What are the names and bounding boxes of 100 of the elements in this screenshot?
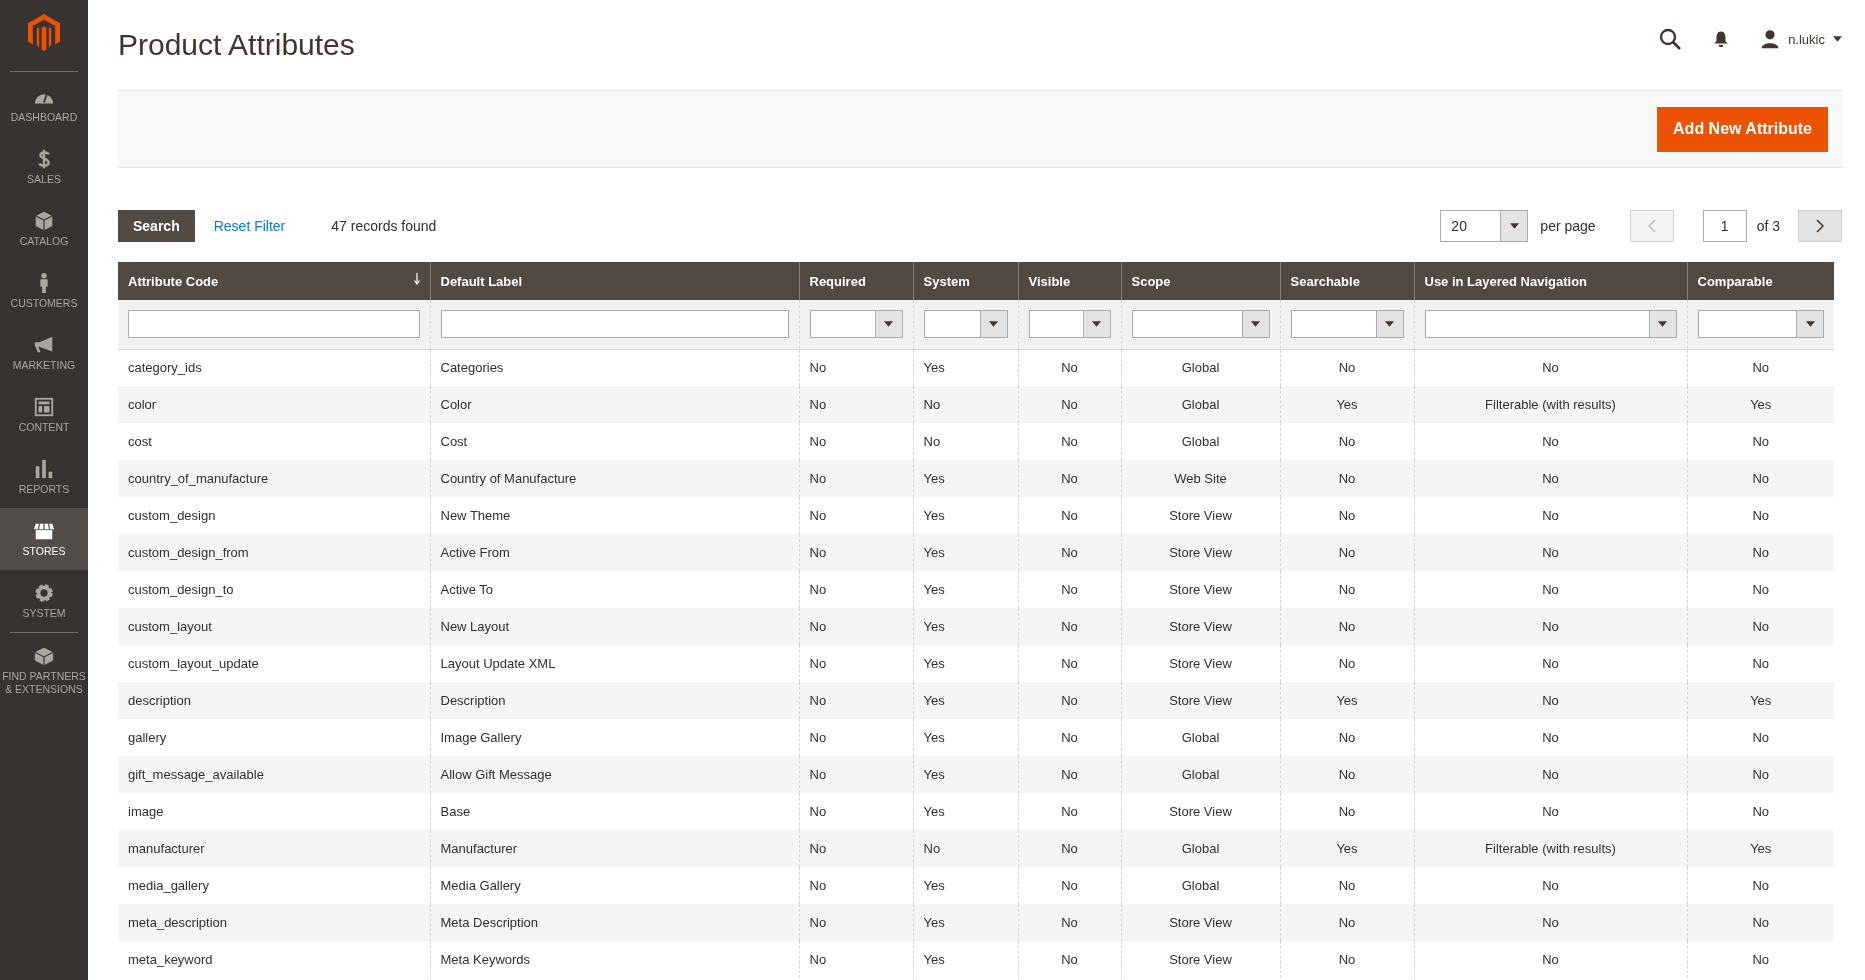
table-cell: No — [1542, 730, 1559, 745]
table-cell: No — [1338, 730, 1356, 745]
sidebar-item[interactable]: CUSTOMERS — [0, 260, 88, 322]
table-cell: Meta Keywords — [440, 952, 531, 967]
previous-page-button[interactable] — [1629, 210, 1674, 242]
table-cell: No — [809, 915, 827, 930]
table-cell: No — [1061, 656, 1078, 671]
table-cell: Yes — [923, 952, 945, 967]
table-cell: No — [1752, 508, 1770, 523]
column-header[interactable]: Visible — [1018, 262, 1121, 300]
table-cell: No — [1061, 804, 1078, 819]
sidebar-item[interactable]: CATALOG — [0, 198, 88, 260]
reset-filter-link[interactable]: Reset Filter — [213, 218, 286, 234]
sidebar-item[interactable]: CONTENT — [0, 384, 88, 446]
sidebar-item[interactable]: REPORTS — [0, 446, 88, 508]
filter-select[interactable] — [1290, 310, 1404, 339]
filter-select[interactable] — [1028, 310, 1111, 339]
sidebar-item[interactable]: SALES — [0, 136, 88, 198]
table-cell: Cost — [440, 434, 468, 449]
caret-icon — [1658, 321, 1667, 328]
table-cell: No — [1338, 545, 1356, 560]
caret-icon — [884, 321, 893, 328]
column-header[interactable]: Default Label — [430, 262, 799, 300]
table-cell: No — [1061, 693, 1078, 708]
table-cell: meta_description — [128, 915, 227, 930]
sidebar-item[interactable]: STORES — [0, 508, 88, 570]
table-cell: Store View — [1169, 952, 1232, 967]
table-cell: New Layout — [440, 619, 510, 634]
table-cell: No — [1542, 508, 1559, 523]
table-cell: No — [809, 471, 827, 486]
table-cell: No — [809, 767, 827, 782]
column-header[interactable]: Attribute Code — [118, 262, 430, 300]
table-cell: No — [1752, 545, 1770, 560]
column-header[interactable]: System — [913, 262, 1018, 300]
column-header[interactable]: Required — [799, 262, 913, 300]
table-cell: Yes — [923, 804, 945, 819]
table-cell: No — [1542, 471, 1559, 486]
table-cell: Global — [1181, 434, 1220, 449]
table-cell: No — [1338, 915, 1356, 930]
column-header[interactable]: Scope — [1121, 262, 1280, 300]
gear-icon — [33, 582, 55, 605]
filter-field[interactable] — [440, 310, 789, 339]
filter-select[interactable] — [1424, 310, 1677, 339]
box-icon — [33, 210, 55, 233]
table-cell: Yes — [923, 730, 945, 745]
next-page-button[interactable] — [1798, 210, 1842, 242]
table-cell: No — [1542, 619, 1559, 634]
filter-select[interactable] — [1697, 310, 1824, 339]
table-cell: media_gallery — [128, 878, 209, 893]
table-cell: Color — [440, 397, 472, 412]
table-cell: No — [809, 878, 827, 893]
search-button[interactable]: Search — [118, 210, 195, 242]
table-cell: Store View — [1169, 804, 1232, 819]
table-cell: Yes — [1336, 841, 1358, 856]
column-header[interactable]: Comparable — [1687, 262, 1834, 300]
table-cell: No — [1338, 767, 1356, 782]
page-number-field[interactable]: 1 — [1702, 210, 1747, 242]
filter-select[interactable] — [1131, 310, 1270, 339]
table-cell: Description — [440, 693, 506, 708]
sidebar-item[interactable]: FIND PARTNERS & EXTENSIONS — [0, 635, 88, 705]
table-cell: No — [809, 804, 827, 819]
table-cell: No — [1061, 508, 1078, 523]
add-new-attribute-button[interactable]: Add New Attribute — [1657, 106, 1828, 152]
sidebar-item[interactable]: DASHBOARD — [0, 74, 88, 136]
table-cell: No — [1338, 434, 1356, 449]
table-cell: No — [1542, 952, 1559, 967]
sidebar-item[interactable]: MARKETING — [0, 322, 88, 384]
table-cell: No — [1542, 804, 1559, 819]
filter-field[interactable] — [128, 310, 420, 339]
table-cell: No — [809, 397, 827, 412]
column-header[interactable]: Use in Layered Navigation — [1414, 262, 1687, 300]
sidebar-item[interactable]: SYSTEM — [0, 570, 88, 632]
filter-select[interactable] — [923, 310, 1008, 339]
table-cell: Yes — [1336, 693, 1358, 708]
table-cell: Yes — [923, 656, 945, 671]
table-cell: Yes — [923, 582, 945, 597]
per-page-select[interactable]: 20 — [1440, 210, 1529, 242]
table-cell: Filterable (with results) — [1485, 841, 1616, 856]
table-cell: Store View — [1169, 545, 1232, 560]
table-cell: country_of_manufacture — [128, 471, 269, 486]
table-cell: gift_message_available — [128, 767, 264, 782]
search-icon[interactable] — [1658, 27, 1683, 51]
table-cell: No — [809, 360, 827, 376]
table-cell: No — [1338, 360, 1356, 376]
table-cell: Global — [1181, 878, 1220, 893]
table-cell: custom_design — [128, 508, 216, 523]
user-menu[interactable]: n.lukic — [1760, 29, 1842, 49]
filter-select[interactable] — [809, 310, 903, 339]
table-cell: Store View — [1169, 915, 1232, 930]
column-header[interactable]: Searchable — [1280, 262, 1414, 300]
table-cell: No — [1752, 619, 1770, 634]
table-cell: No — [1061, 841, 1078, 856]
bell-icon[interactable] — [1712, 29, 1731, 49]
table-cell: No — [1338, 582, 1356, 597]
caret-icon — [989, 321, 998, 328]
table-cell: No — [1338, 471, 1356, 486]
table-cell: Global — [1181, 767, 1220, 782]
table-cell: Yes — [923, 508, 945, 523]
table-cell: No — [1542, 915, 1559, 930]
table-cell: No — [1542, 656, 1559, 671]
